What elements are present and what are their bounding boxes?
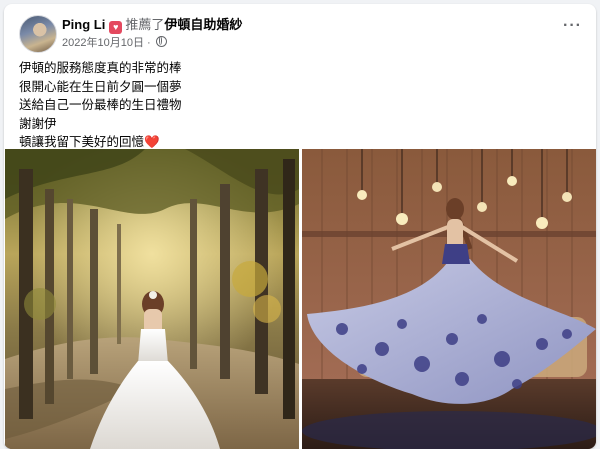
author-name[interactable]: Ping Li bbox=[62, 17, 105, 32]
page-name-link[interactable]: 伊頓自助婚紗 bbox=[164, 17, 242, 32]
bride-blue-gown-image bbox=[302, 149, 596, 449]
post-text-line: 送給自己一份最棒的生日禮物 bbox=[19, 98, 182, 112]
recommend-text: 推薦了 bbox=[125, 17, 165, 32]
bride-forest-photo[interactable] bbox=[5, 149, 299, 449]
bride-forest-image bbox=[5, 149, 299, 449]
post-text: 伊頓的服務態度真的非常的棒 很開心能在生日前夕圓一個夢 送給自己一份最棒的生日禮… bbox=[19, 59, 182, 152]
post-text-line: 頓讓我留下美好的回憶 bbox=[19, 135, 145, 149]
post-text-line: 伊頓的服務態度真的非常的棒 bbox=[19, 61, 182, 75]
heart-emoji: ❤️ bbox=[144, 135, 160, 149]
bride-blue-gown-photo[interactable] bbox=[302, 149, 596, 449]
more-options-button[interactable]: ··· bbox=[563, 18, 582, 34]
globe-icon[interactable] bbox=[155, 36, 167, 47]
post-text-line: 很開心能在生日前夕圓一個夢 bbox=[19, 79, 182, 94]
avatar[interactable] bbox=[19, 15, 57, 53]
post-meta: 2022年10月10日 · bbox=[62, 36, 167, 50]
post-text-line: 謝謝伊 bbox=[19, 116, 57, 131]
heart-badge-icon: ♥ bbox=[109, 21, 123, 34]
post-header: Ping Li ♥ 推薦了伊頓自助婚紗 bbox=[62, 17, 242, 34]
post-card: Ping Li ♥ 推薦了伊頓自助婚紗 2022年10月10日 · ··· 伊頓的服… bbox=[4, 4, 596, 449]
meta-separator: · bbox=[147, 37, 151, 49]
post-date[interactable]: 2022年10月10日 bbox=[62, 37, 144, 49]
